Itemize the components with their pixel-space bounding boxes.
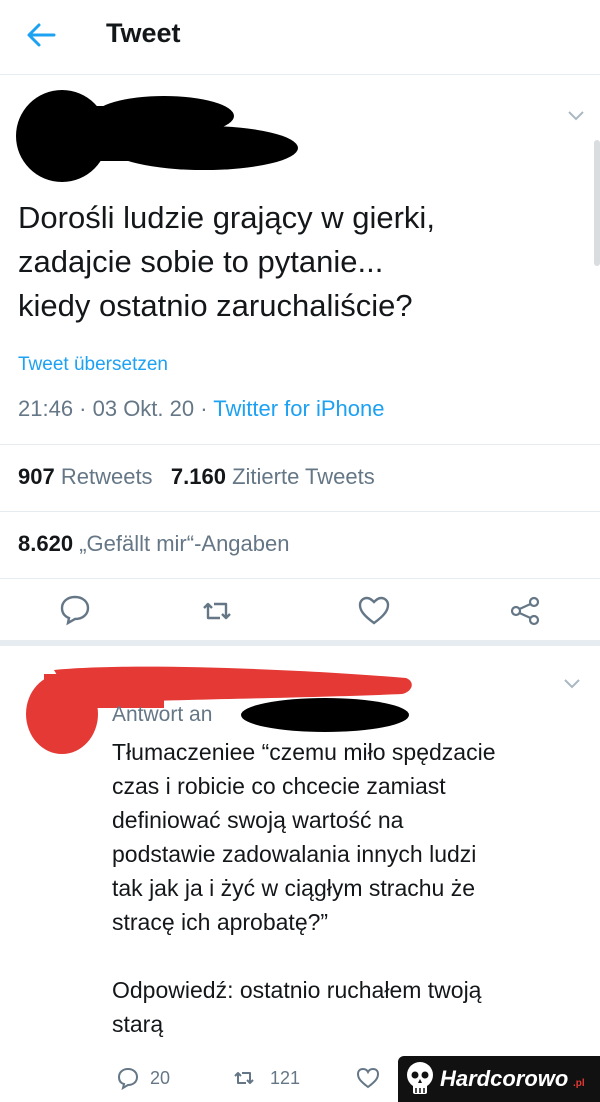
- quotes-label[interactable]: Zitierte Tweets: [232, 464, 375, 489]
- redacted-author: [16, 90, 298, 182]
- translate-link[interactable]: Tweet übersetzen: [18, 354, 168, 376]
- reply-count[interactable]: 20: [150, 1068, 170, 1089]
- retweet-stats: 907 Retweets 7.160 Zitierte Tweets: [18, 464, 375, 490]
- reply-text: Tłumaczeniee “czemu miło spędzacie czas …: [112, 735, 592, 1041]
- tweet-line: Dorośli ludzie grający w gierki,: [18, 200, 435, 235]
- chevron-down-icon[interactable]: [562, 676, 582, 690]
- reply-line: podstawie zadowalania innych ludzi: [112, 841, 477, 867]
- watermark-suffix: .pl: [573, 1078, 585, 1089]
- reply-line: czas i robicie co chcecie zamiast: [112, 773, 446, 799]
- reply-line: [112, 939, 592, 973]
- tweet-meta: 21:46 · 03 Okt. 20 · Twitter for iPhone: [18, 396, 384, 422]
- tweet-line: kiedy ostatnio zaruchaliście?: [18, 288, 413, 323]
- reply-icon[interactable]: [58, 592, 92, 626]
- top-bar: [0, 0, 600, 75]
- reply-line: stracę ich aprobatę?”: [112, 909, 329, 935]
- quotes-count[interactable]: 7.160: [171, 464, 226, 489]
- retweet-count[interactable]: 121: [270, 1068, 300, 1089]
- reply-to-label: Antwort an: [112, 703, 213, 726]
- retweets-count[interactable]: 907: [18, 464, 55, 489]
- likes-label[interactable]: „Gefällt mir“-Angaben: [79, 531, 289, 556]
- divider: [0, 578, 600, 579]
- reply-line: Odpowiedź: ostatnio ruchałem twoją: [112, 977, 482, 1003]
- divider: [0, 511, 600, 512]
- reply-line: starą: [112, 1011, 164, 1037]
- reply-icon[interactable]: [116, 1066, 140, 1090]
- reply-line: definiować swoją wartość na: [112, 807, 404, 833]
- likes-stats: 8.620 „Gefällt mir“-Angaben: [18, 531, 290, 557]
- chevron-down-icon[interactable]: [566, 108, 586, 122]
- back-arrow-icon[interactable]: [24, 18, 58, 52]
- skull-icon: [407, 1062, 433, 1094]
- timestamp: 21:46 · 03 Okt. 20 ·: [18, 396, 214, 421]
- reply-line: tak jak ja i żyć w ciągłym strachu że: [112, 875, 476, 901]
- section-gap: [0, 640, 600, 646]
- page-title: Tweet: [106, 18, 181, 48]
- scrollbar[interactable]: [594, 140, 600, 266]
- retweet-icon[interactable]: [232, 1066, 256, 1090]
- source-link[interactable]: Twitter for iPhone: [213, 396, 384, 421]
- likes-count[interactable]: 8.620: [18, 531, 73, 556]
- like-heart-icon[interactable]: [357, 594, 391, 628]
- retweets-label[interactable]: Retweets: [61, 464, 153, 489]
- divider: [0, 444, 600, 445]
- retweet-icon[interactable]: [200, 594, 234, 628]
- share-icon[interactable]: [508, 594, 542, 628]
- watermark-text: Hardcorowo: [440, 1066, 569, 1091]
- tweet-line: zadajcie sobie to pytanie...: [18, 244, 384, 279]
- like-heart-icon[interactable]: [356, 1066, 380, 1090]
- redacted-reply-target: [241, 698, 409, 732]
- reply-line: Tłumaczeniee “czemu miło spędzacie: [112, 739, 496, 765]
- tweet-text: Dorośli ludzie grający w gierki, zadajci…: [18, 196, 578, 328]
